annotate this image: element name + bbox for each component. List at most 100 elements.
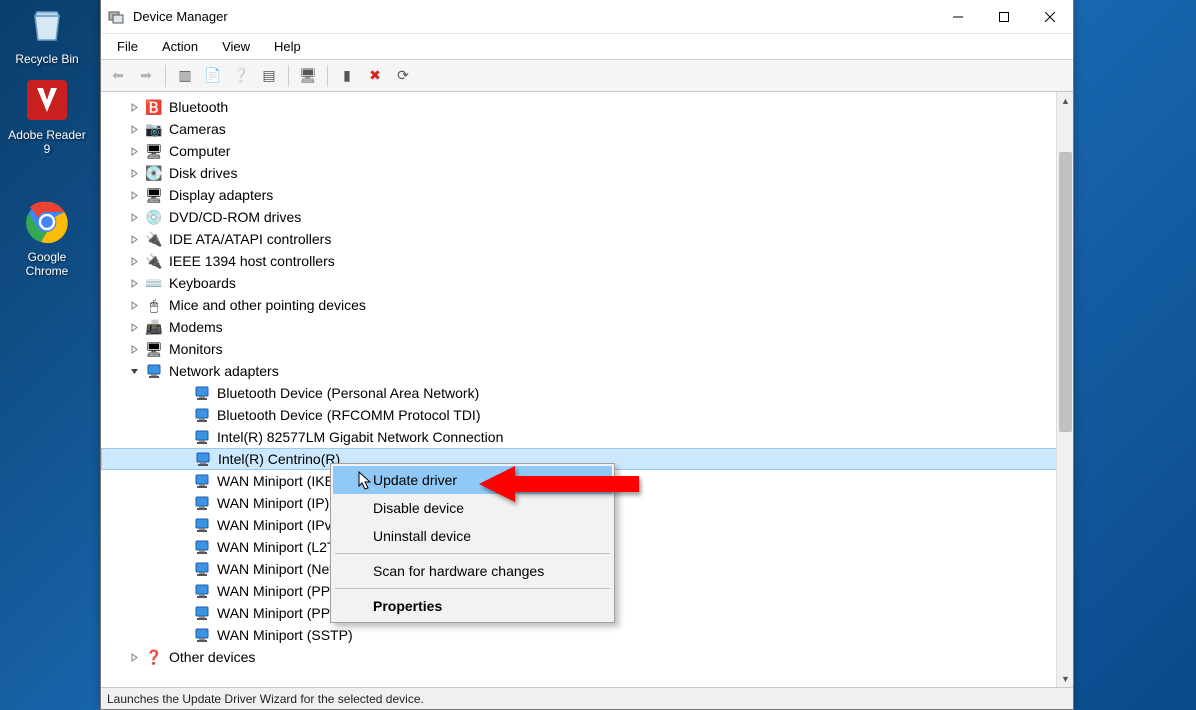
device-label: WAN Miniport (IPv6 bbox=[217, 515, 339, 535]
expand-icon[interactable] bbox=[127, 166, 141, 180]
device-label: WAN Miniport (L2T bbox=[217, 537, 336, 557]
statusbar-text: Launches the Update Driver Wizard for th… bbox=[107, 692, 424, 706]
expand-icon[interactable] bbox=[127, 276, 141, 290]
expand-icon[interactable] bbox=[127, 342, 141, 356]
scroll-up-icon[interactable]: ▲ bbox=[1057, 92, 1073, 109]
device-icon bbox=[193, 384, 211, 402]
scan-icon[interactable]: ▤ bbox=[256, 63, 282, 89]
device-label: WAN Miniport (PPT. bbox=[217, 603, 341, 623]
device-label: DVD/CD-ROM drives bbox=[169, 207, 301, 227]
close-button[interactable] bbox=[1027, 0, 1073, 34]
device-label: WAN Miniport (SSTP) bbox=[217, 625, 353, 645]
titlebar[interactable]: Device Manager bbox=[101, 0, 1073, 34]
device-icon bbox=[193, 428, 211, 446]
scan-hardware-icon[interactable]: ⟳ bbox=[390, 63, 416, 89]
device-label: Mice and other pointing devices bbox=[169, 295, 366, 315]
uninstall-icon[interactable]: ✖ bbox=[362, 63, 388, 89]
device-category[interactable]: ⌨️Keyboards bbox=[101, 272, 1073, 294]
expand-icon[interactable] bbox=[127, 144, 141, 158]
fwd-icon: ➡ bbox=[133, 63, 159, 89]
properties-icon[interactable]: 📄 bbox=[200, 63, 226, 89]
device-icon bbox=[193, 406, 211, 424]
context-menu-item[interactable]: Properties bbox=[333, 592, 612, 620]
statusbar: Launches the Update Driver Wizard for th… bbox=[101, 687, 1073, 709]
cursor-icon bbox=[358, 471, 374, 491]
device-icon: 🔌 bbox=[145, 230, 163, 248]
device-category[interactable]: ❓Other devices bbox=[101, 646, 1073, 668]
device-node[interactable]: WAN Miniport (SSTP) bbox=[101, 624, 1073, 646]
device-category[interactable]: 🖥Monitors bbox=[101, 338, 1073, 360]
context-menu-item[interactable]: Scan for hardware changes bbox=[333, 557, 612, 585]
show-hide-tree-icon[interactable]: ▥ bbox=[172, 63, 198, 89]
annotation-arrow bbox=[479, 464, 649, 504]
device-category[interactable]: Network adapters bbox=[101, 360, 1073, 382]
device-category[interactable]: 🖱 Mice and other pointing devices bbox=[101, 294, 1073, 316]
device-label: Other devices bbox=[169, 647, 255, 667]
expand-icon[interactable] bbox=[127, 320, 141, 334]
collapse-icon[interactable] bbox=[127, 364, 141, 378]
desktop-icon-adobe[interactable]: Adobe Reader 9 bbox=[8, 76, 86, 156]
expand-icon[interactable] bbox=[127, 232, 141, 246]
device-label: IDE ATA/ATAPI controllers bbox=[169, 229, 331, 249]
device-category[interactable]: 🅱️Bluetooth bbox=[101, 96, 1073, 118]
device-icon: 🅱️ bbox=[145, 98, 163, 116]
context-menu-item[interactable]: Uninstall device bbox=[333, 522, 612, 550]
content-area: 🅱️Bluetooth📷Cameras🖥Computer💽Disk drives… bbox=[101, 92, 1073, 687]
toolbar: ⬅➡▥📄❔▤🖥▮✖⟳ bbox=[101, 60, 1073, 92]
help-icon[interactable]: ❔ bbox=[228, 63, 254, 89]
device-node[interactable]: Bluetooth Device (RFCOMM Protocol TDI) bbox=[101, 404, 1073, 426]
menu-help[interactable]: Help bbox=[264, 37, 311, 56]
chrome-icon bbox=[23, 198, 71, 246]
recycle-bin-icon bbox=[23, 0, 71, 48]
device-icon: 📠 bbox=[145, 318, 163, 336]
device-icon: 💿 bbox=[145, 208, 163, 226]
update-driver-icon[interactable]: 🖥 bbox=[295, 63, 321, 89]
device-category[interactable]: 🔌 IDE ATA/ATAPI controllers bbox=[101, 228, 1073, 250]
window-title: Device Manager bbox=[133, 9, 935, 24]
device-label: Intel(R) 82577LM Gigabit Network Connect… bbox=[217, 427, 503, 447]
device-icon: 🖱 bbox=[145, 296, 163, 314]
device-icon: 🖥 bbox=[145, 186, 163, 204]
expand-icon[interactable] bbox=[127, 188, 141, 202]
device-icon: 💽 bbox=[145, 164, 163, 182]
expand-icon[interactable] bbox=[127, 100, 141, 114]
device-node[interactable]: Intel(R) 82577LM Gigabit Network Connect… bbox=[101, 426, 1073, 448]
no-expander bbox=[175, 496, 189, 510]
device-label: Bluetooth Device (RFCOMM Protocol TDI) bbox=[217, 405, 480, 425]
device-icon: 🔌 bbox=[145, 252, 163, 270]
device-icon bbox=[145, 362, 163, 380]
no-expander bbox=[175, 518, 189, 532]
expand-icon[interactable] bbox=[127, 298, 141, 312]
desktop-icon-chrome[interactable]: Google Chrome bbox=[8, 198, 86, 278]
device-category[interactable]: 💽 Disk drives bbox=[101, 162, 1073, 184]
device-category[interactable]: 📠Modems bbox=[101, 316, 1073, 338]
menu-view[interactable]: View bbox=[212, 37, 260, 56]
no-expander bbox=[176, 452, 190, 466]
desktop-icon-recycle-bin[interactable]: Recycle Bin bbox=[8, 0, 86, 66]
expand-icon[interactable] bbox=[127, 122, 141, 136]
scroll-thumb[interactable] bbox=[1059, 152, 1072, 432]
device-label: Bluetooth Device (Personal Area Network) bbox=[217, 383, 479, 403]
vertical-scrollbar[interactable]: ▲ ▼ bbox=[1056, 92, 1073, 687]
no-expander bbox=[175, 430, 189, 444]
menu-action[interactable]: Action bbox=[152, 37, 208, 56]
minimize-button[interactable] bbox=[935, 0, 981, 34]
maximize-button[interactable] bbox=[981, 0, 1027, 34]
device-label: IEEE 1394 host controllers bbox=[169, 251, 335, 271]
device-label: Disk drives bbox=[169, 163, 237, 183]
expand-icon[interactable] bbox=[127, 210, 141, 224]
device-category[interactable]: 💿 DVD/CD-ROM drives bbox=[101, 206, 1073, 228]
device-category[interactable]: 🖥Display adapters bbox=[101, 184, 1073, 206]
device-label: Computer bbox=[169, 141, 230, 161]
enable-device-icon[interactable]: ▮ bbox=[334, 63, 360, 89]
device-category[interactable]: 🔌 IEEE 1394 host controllers bbox=[101, 250, 1073, 272]
expand-icon[interactable] bbox=[127, 650, 141, 664]
device-icon bbox=[193, 538, 211, 556]
device-category[interactable]: 🖥Computer bbox=[101, 140, 1073, 162]
device-node[interactable]: Bluetooth Device (Personal Area Network) bbox=[101, 382, 1073, 404]
expand-icon[interactable] bbox=[127, 254, 141, 268]
scroll-down-icon[interactable]: ▼ bbox=[1057, 670, 1073, 687]
menu-file[interactable]: File bbox=[107, 37, 148, 56]
device-label: Intel(R) Centrino(R) bbox=[218, 449, 340, 469]
device-category[interactable]: 📷Cameras bbox=[101, 118, 1073, 140]
